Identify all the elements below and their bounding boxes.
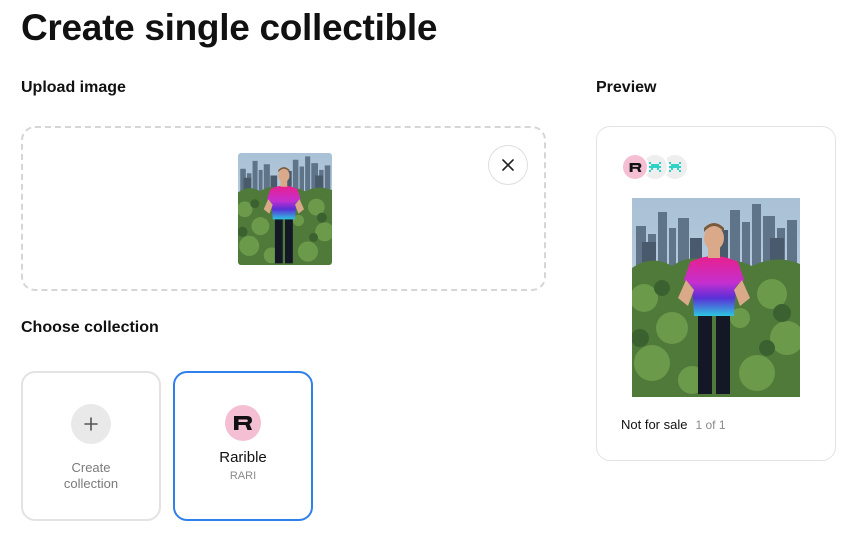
- collection-name: Rarible: [219, 449, 267, 466]
- sale-info: Not for sale 1 of 1: [621, 417, 726, 432]
- upload-dropzone[interactable]: [21, 126, 546, 291]
- plus-icon: [71, 404, 111, 444]
- preview-label: Preview: [596, 79, 657, 96]
- preview-card: Not for sale 1 of 1: [596, 126, 836, 461]
- uploaded-image-thumbnail: [238, 153, 332, 265]
- choose-collection-label: Choose collection: [21, 319, 159, 336]
- edition-count: 1 of 1: [695, 418, 726, 432]
- collection-symbol: RARI: [229, 470, 257, 482]
- close-icon: [502, 159, 514, 171]
- create-collection-card[interactable]: Create collection: [21, 371, 161, 521]
- rarible-collection-card[interactable]: Rarible RARI: [173, 371, 313, 521]
- sale-status: Not for sale: [621, 417, 688, 432]
- create-collection-label: Create collection: [63, 460, 119, 491]
- rarible-avatar-icon[interactable]: [621, 153, 649, 181]
- remove-image-button[interactable]: [488, 145, 528, 185]
- rarible-logo-icon: [225, 405, 261, 441]
- preview-image: [632, 198, 800, 397]
- upload-image-label: Upload image: [21, 79, 126, 96]
- page-title: Create single collectible: [21, 7, 438, 48]
